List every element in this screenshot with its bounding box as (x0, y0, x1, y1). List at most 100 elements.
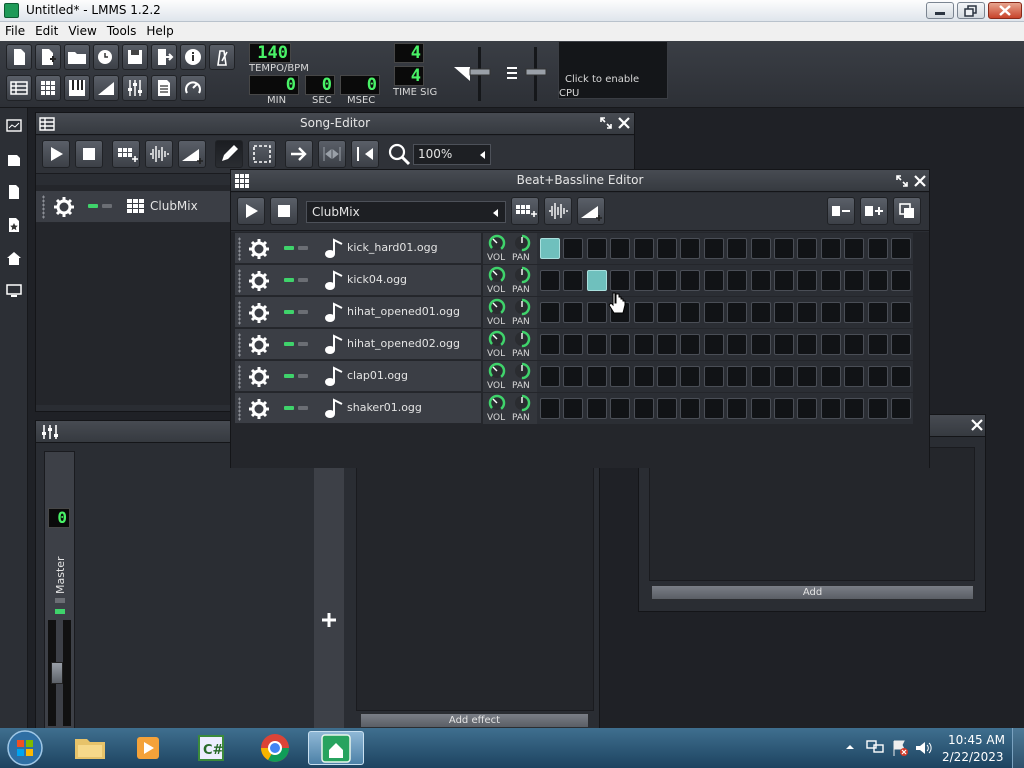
step-button[interactable] (844, 270, 865, 291)
add-sample-track-button[interactable] (145, 140, 173, 168)
step-button[interactable] (680, 270, 701, 291)
track-mute-led[interactable] (284, 342, 294, 346)
step-button-active[interactable] (586, 270, 607, 291)
step-button[interactable] (680, 334, 701, 355)
drag-handle[interactable] (238, 237, 241, 261)
step-button[interactable] (797, 270, 818, 291)
step-button[interactable] (797, 334, 818, 355)
bb-track-name[interactable]: hihat_opened02.ogg (347, 337, 460, 350)
drag-handle[interactable] (42, 195, 45, 219)
media-player-taskbar-icon[interactable] (127, 731, 171, 765)
step-button[interactable] (891, 302, 911, 323)
add-beat-bassline-button[interactable] (511, 197, 539, 225)
recent-projects-button[interactable] (93, 44, 119, 70)
gear-icon[interactable] (248, 238, 270, 260)
taskbar-clock-time[interactable]: 10:45 AM (948, 733, 1005, 747)
step-button-active[interactable] (540, 238, 560, 259)
bb-track-name[interactable]: hihat_opened01.ogg (347, 305, 460, 318)
step-button[interactable] (820, 270, 841, 291)
track-solo-led[interactable] (298, 342, 308, 346)
show-hidden-icons-chevron[interactable] (845, 742, 855, 752)
step-button[interactable] (680, 238, 701, 259)
volume-knob[interactable] (487, 298, 507, 316)
menu-edit[interactable]: Edit (30, 22, 63, 38)
menu-tools[interactable]: Tools (102, 22, 142, 38)
action-center-tray-icon[interactable] (891, 739, 909, 757)
step-button[interactable] (727, 398, 748, 419)
step-button[interactable] (750, 238, 771, 259)
track-mute-led[interactable] (284, 406, 294, 410)
maximize-button[interactable] (957, 2, 985, 19)
step-button[interactable] (563, 398, 584, 419)
step-button[interactable] (657, 238, 677, 259)
step-button[interactable] (680, 366, 701, 387)
step-button[interactable] (586, 366, 607, 387)
master-channel-strip[interactable]: 0 Master (44, 451, 75, 729)
track-mute-led[interactable] (284, 310, 294, 314)
master-volume-slider[interactable] (450, 45, 550, 103)
controller-rack-close-icon[interactable] (970, 418, 984, 432)
master-solo-led[interactable] (55, 609, 65, 614)
step-button[interactable] (797, 238, 818, 259)
close-button[interactable] (988, 2, 1022, 19)
auto-scroll-button[interactable] (285, 140, 313, 168)
step-button[interactable] (774, 238, 794, 259)
export-button[interactable] (151, 44, 177, 70)
loop-points-button[interactable] (318, 140, 346, 168)
step-button[interactable] (727, 270, 748, 291)
step-button[interactable] (703, 270, 724, 291)
step-button[interactable] (610, 398, 631, 419)
step-button[interactable] (540, 366, 560, 387)
step-button[interactable] (844, 238, 865, 259)
step-button[interactable] (727, 302, 748, 323)
volume-knob[interactable] (487, 330, 507, 348)
taskbar-clock-date[interactable]: 2/22/2023 (942, 750, 1004, 764)
step-button[interactable] (867, 302, 888, 323)
beat-bassline-toggle[interactable] (35, 75, 61, 101)
controller-rack-toggle[interactable] (180, 75, 206, 101)
csharp-ide-taskbar-icon[interactable]: C# (190, 731, 234, 765)
timesig-denominator[interactable]: 4 (394, 66, 424, 86)
track-solo-led[interactable] (102, 204, 112, 208)
song-editor-maximize-icon[interactable] (599, 116, 613, 130)
step-button[interactable] (867, 366, 888, 387)
step-button[interactable] (844, 302, 865, 323)
gear-icon[interactable] (248, 334, 270, 356)
step-button[interactable] (586, 334, 607, 355)
step-button[interactable] (727, 238, 748, 259)
bb-track-name[interactable]: kick_hard01.ogg (347, 241, 438, 254)
drag-handle[interactable] (238, 301, 241, 325)
song-stop-button[interactable] (75, 140, 103, 168)
bb-editor-close-icon[interactable] (913, 174, 927, 188)
step-button[interactable] (540, 398, 560, 419)
whats-this-button[interactable] (180, 44, 206, 70)
step-button[interactable] (820, 398, 841, 419)
step-button[interactable] (610, 366, 631, 387)
step-button[interactable] (610, 238, 631, 259)
step-button[interactable] (844, 334, 865, 355)
gear-icon[interactable] (248, 270, 270, 292)
track-mute-led[interactable] (284, 246, 294, 250)
step-button[interactable] (563, 334, 584, 355)
step-button[interactable] (586, 302, 607, 323)
bb-pattern-select[interactable]: ClubMix (306, 201, 506, 223)
clone-steps-button[interactable] (893, 197, 921, 225)
bb-track-name[interactable]: shaker01.ogg (347, 401, 422, 414)
menu-view[interactable]: View (63, 22, 101, 38)
pan-knob[interactable] (512, 330, 532, 348)
step-button[interactable] (703, 334, 724, 355)
song-track-name[interactable]: ClubMix (150, 199, 198, 213)
add-channel-strip[interactable] (314, 449, 344, 729)
my-projects-icon[interactable] (6, 151, 22, 167)
edit-mode-button[interactable] (248, 140, 276, 168)
step-button[interactable] (820, 302, 841, 323)
step-button[interactable] (820, 334, 841, 355)
drag-handle[interactable] (238, 269, 241, 293)
step-button[interactable] (657, 366, 677, 387)
draw-mode-button[interactable] (215, 140, 243, 168)
network-tray-icon[interactable] (866, 739, 884, 755)
step-button[interactable] (774, 398, 794, 419)
step-button[interactable] (891, 270, 911, 291)
step-button[interactable] (820, 238, 841, 259)
instrument-plugins-icon[interactable] (6, 118, 22, 134)
